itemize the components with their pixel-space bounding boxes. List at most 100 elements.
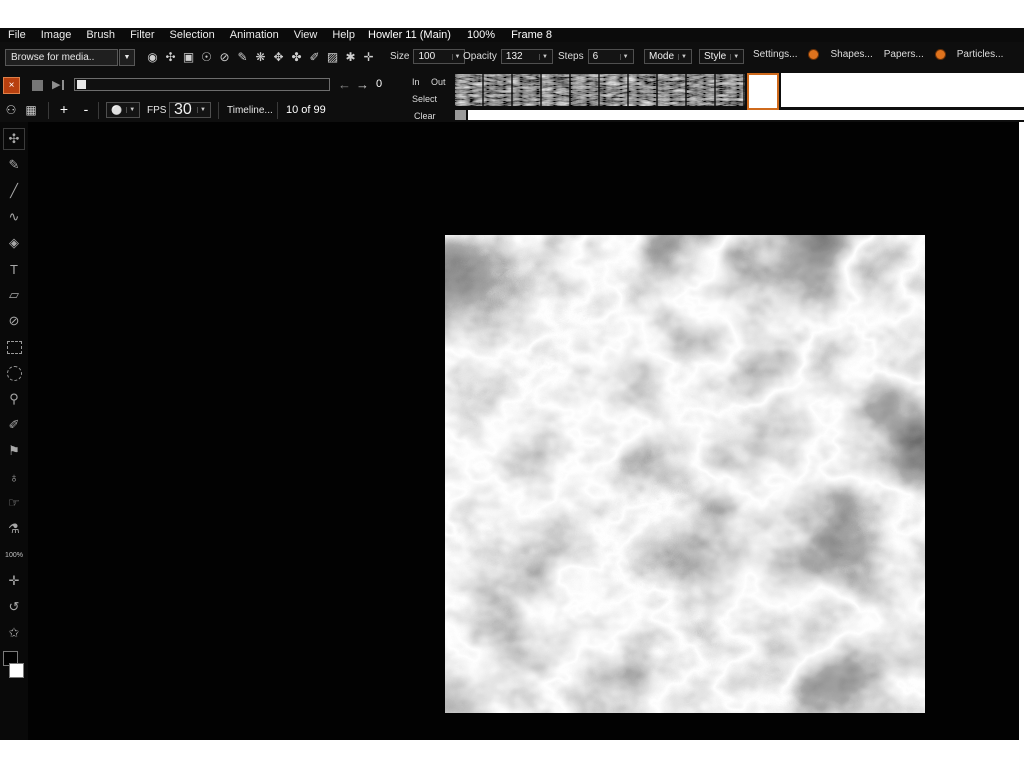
menu-filter[interactable]: Filter: [130, 29, 154, 41]
menu-image[interactable]: Image: [41, 29, 72, 41]
brush-selector-tool[interactable]: ✣: [3, 128, 25, 150]
fps-combo[interactable]: 30 ▼: [169, 102, 211, 118]
browse-media-button[interactable]: Browse for media..: [5, 49, 118, 66]
color-picker-tool[interactable]: ✐: [3, 414, 25, 436]
canvas-workspace[interactable]: [28, 122, 1019, 740]
out-label[interactable]: Out: [431, 77, 446, 87]
lamp-icon: ⚗: [8, 521, 20, 537]
play-button[interactable]: ▶: [52, 78, 64, 91]
brush-tip-icon[interactable]: ◉: [144, 47, 161, 67]
mode-caret-icon[interactable]: ▼: [678, 54, 689, 60]
pan-tool[interactable]: ✛: [3, 570, 25, 592]
mask-mode-icon[interactable]: ⊘: [216, 47, 233, 67]
filled-polygon-icon: ▱: [9, 287, 19, 303]
remove-frame-button[interactable]: -: [78, 100, 94, 118]
frames-grid-icon[interactable]: ▦: [22, 101, 40, 119]
clone-stamp-icon[interactable]: ▣: [180, 47, 197, 67]
menu-brush[interactable]: Brush: [86, 29, 115, 41]
filter-burst-icon[interactable]: ✱: [342, 47, 359, 67]
size-combo[interactable]: 100 ▼: [413, 49, 465, 64]
brush-media-icon[interactable]: ✣: [162, 47, 179, 67]
star-tool[interactable]: ✩: [3, 622, 25, 644]
toolbar-icon-strip: ◉ ✣ ▣ ☉ ⊘ ✎ ❋ ✥ ✤ ✐ ▨ ✱ ✛: [144, 47, 377, 67]
paint-tool[interactable]: ✎: [3, 154, 25, 176]
filled-ellipse-tool[interactable]: ⊘: [3, 310, 25, 332]
opacity-combo[interactable]: 132 ▼: [501, 49, 553, 64]
filmstrip-empty-area: [781, 73, 1024, 107]
fps-caret-icon[interactable]: ▼: [197, 107, 208, 113]
style-label: Style: [704, 51, 726, 62]
undo-tool[interactable]: ↺: [3, 596, 25, 618]
stop-button[interactable]: [32, 80, 43, 91]
shapes-button[interactable]: Shapes...: [830, 49, 872, 60]
text-tool[interactable]: T: [3, 258, 25, 280]
settings-button[interactable]: Settings...: [753, 49, 797, 60]
menu-file[interactable]: File: [8, 29, 26, 41]
timeline-strip-panel: In Out Select Clear: [400, 72, 1024, 122]
size-caret-icon[interactable]: ▼: [452, 54, 463, 60]
rect-select-tool[interactable]: [3, 336, 25, 358]
key-tool[interactable]: ♁: [3, 466, 25, 488]
add-frame-button[interactable]: +: [56, 100, 72, 118]
menu-view[interactable]: View: [294, 29, 318, 41]
brush-selector-icon: ✣: [9, 131, 20, 147]
star-icon: ✩: [9, 625, 20, 641]
clear-label[interactable]: Clear: [414, 111, 436, 121]
prev-frame-icon[interactable]: ←: [338, 77, 351, 92]
settings-status-dot-icon[interactable]: [808, 49, 819, 60]
browse-media-dropdown[interactable]: ▼: [119, 49, 135, 66]
show-brush-icon[interactable]: ☉: [198, 47, 215, 67]
clear-range-bar[interactable]: [468, 110, 1024, 120]
fan-brush-icon[interactable]: ✤: [288, 47, 305, 67]
separator: [218, 102, 219, 119]
menu-selection[interactable]: Selection: [170, 29, 215, 41]
fps-label: FPS: [147, 105, 166, 116]
freehand-draw-icon[interactable]: ✐: [306, 47, 323, 67]
zoom-100-tool[interactable]: 100%: [3, 544, 25, 566]
hand-tool[interactable]: ☞: [3, 492, 25, 514]
onion-skin-icon[interactable]: ⚇: [2, 101, 20, 119]
papers-status-dot-icon[interactable]: [935, 49, 946, 60]
papers-button[interactable]: Papers...: [884, 49, 924, 60]
light-toggle-combo[interactable]: ⚪ ▼: [106, 102, 140, 118]
airbrush-icon[interactable]: ❋: [252, 47, 269, 67]
undo-icon: ↺: [9, 599, 20, 615]
pencil-mode-icon[interactable]: ✎: [234, 47, 251, 67]
pattern-icon[interactable]: ▨: [324, 47, 341, 67]
steps-caret-icon[interactable]: ▼: [620, 54, 631, 60]
app-title: Howler 11 (Main): [368, 29, 451, 41]
canvas-image[interactable]: [445, 235, 925, 713]
menu-animation[interactable]: Animation: [230, 29, 279, 41]
clear-range-chip[interactable]: [455, 110, 466, 120]
line-tool[interactable]: ╱: [3, 180, 25, 202]
light-caret-icon[interactable]: ▼: [126, 107, 137, 113]
seek-handle[interactable]: [77, 80, 86, 89]
particles-button[interactable]: Particles...: [957, 49, 1004, 60]
close-strip-button[interactable]: ×: [3, 77, 20, 94]
transform-icon[interactable]: ✥: [270, 47, 287, 67]
polygon-tool[interactable]: ◈: [3, 232, 25, 254]
steps-value: 6: [593, 51, 616, 62]
size-label: Size: [390, 51, 409, 62]
next-frame-icon[interactable]: →: [356, 77, 369, 92]
menu-help[interactable]: Help: [332, 29, 355, 41]
curve-tool[interactable]: ∿: [3, 206, 25, 228]
opacity-caret-icon[interactable]: ▼: [539, 54, 550, 60]
frame-filmstrip[interactable]: [455, 74, 745, 106]
secondary-color-swatch[interactable]: [9, 663, 24, 678]
steps-combo[interactable]: 6 ▼: [588, 49, 634, 64]
ellipse-select-tool[interactable]: [3, 362, 25, 384]
lamp-tool[interactable]: ⚗: [3, 518, 25, 540]
mode-combo[interactable]: Mode ▼: [644, 49, 692, 64]
style-combo[interactable]: Style ▼: [699, 49, 744, 64]
style-caret-icon[interactable]: ▼: [730, 54, 741, 60]
select-label[interactable]: Select: [412, 94, 437, 104]
current-frame-box[interactable]: [747, 73, 779, 110]
frame-seek-slider[interactable]: [74, 78, 330, 91]
timeline-button[interactable]: Timeline...: [227, 105, 273, 116]
precision-cross-icon[interactable]: ✛: [360, 47, 377, 67]
pin-tool[interactable]: ⚑: [3, 440, 25, 462]
filled-polygon-tool[interactable]: ▱: [3, 284, 25, 306]
magnifier-tool[interactable]: ⚲: [3, 388, 25, 410]
in-label[interactable]: In: [412, 77, 420, 87]
